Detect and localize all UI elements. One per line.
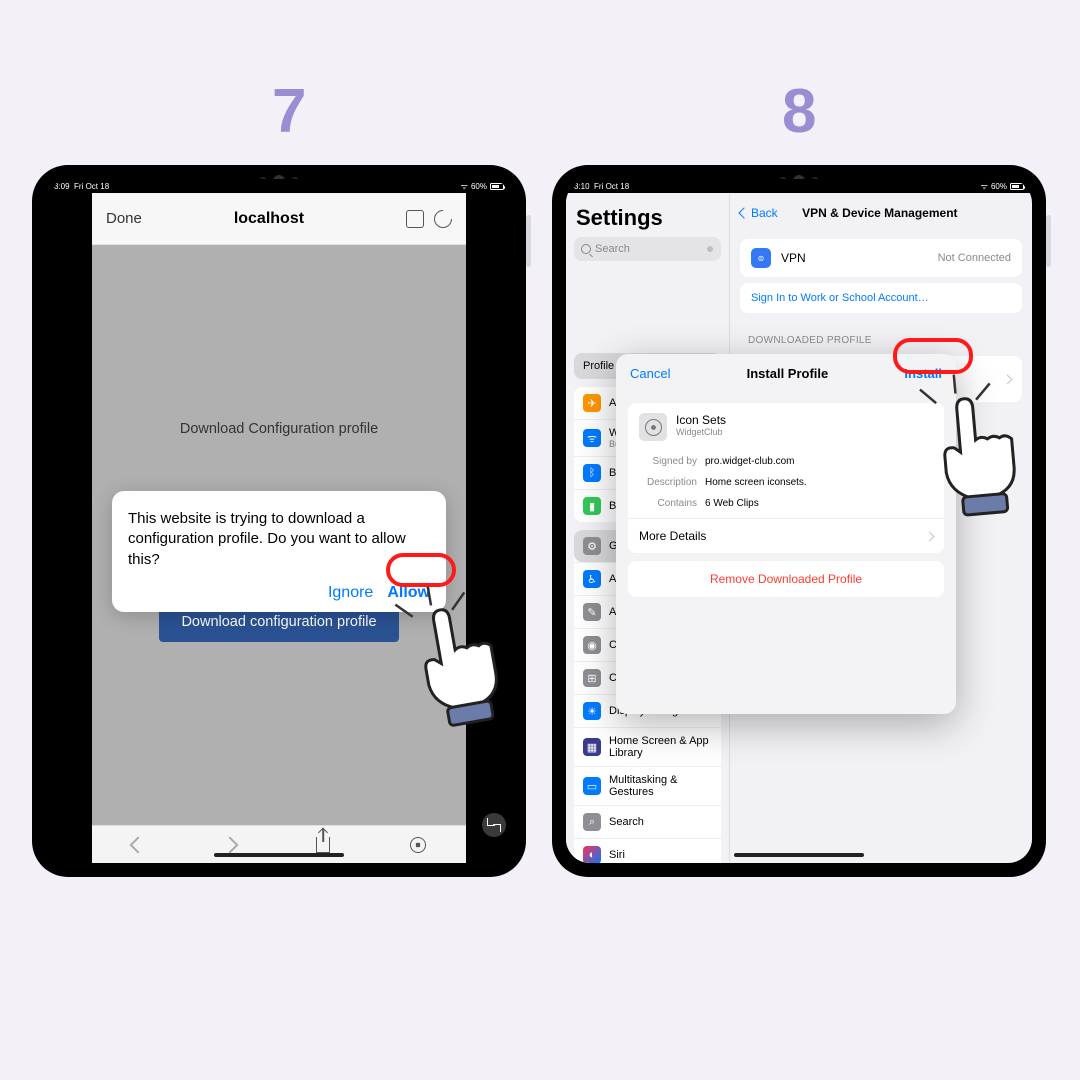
sheet-title: Install Profile [670,366,904,381]
allow-button[interactable]: Allow [387,584,430,602]
safari-icon[interactable] [410,837,426,853]
back-button[interactable]: Back [740,206,778,220]
home-indicator[interactable] [214,853,344,857]
more-details-row[interactable]: More Details [628,518,944,553]
remove-profile-button[interactable]: Remove Downloaded Profile [628,561,944,597]
status-bar: 3:09 Fri Oct 18 ᯤ60% [46,179,512,193]
sidebar-item-homescreen[interactable]: ▦Home Screen & App Library [574,727,721,766]
downloaded-profile-label: DOWNLOADED PROFILE [730,319,1032,350]
reader-icon[interactable] [406,210,424,228]
sidebar-item-multitasking[interactable]: ▭Multitasking & Gestures [574,766,721,805]
step-number-7: 7 [272,76,306,147]
profile-name: Icon Sets [676,413,726,427]
safari-window: Done localhost Download Configuration pr… [92,193,466,863]
ipad-step-8: 3:10 Fri Oct 18 ᯤ60% Settings Search Pro… [552,165,1046,877]
chevron-right-icon [925,531,935,541]
url-title: localhost [142,210,396,228]
home-indicator[interactable] [734,853,864,857]
profile-icon [639,413,667,441]
search-input[interactable]: Search [574,237,721,261]
done-button[interactable]: Done [106,210,142,227]
reload-icon[interactable] [430,206,455,231]
signin-row[interactable]: Sign In to Work or School Account… [740,283,1022,313]
pip-button[interactable] [482,813,506,837]
vpn-row[interactable]: ⊜VPNNot Connected [740,239,1022,277]
detail-title: VPN & Device Management [778,206,982,220]
page-heading: Download Configuration profile [180,421,378,437]
cancel-button[interactable]: Cancel [630,366,670,381]
sidebar-item-search[interactable]: ⌕Search [574,805,721,838]
status-bar: 3:10 Fri Oct 18 ᯤ60% [566,179,1032,193]
install-profile-sheet: Cancel Install Profile Install Icon Sets… [616,354,956,714]
download-alert: This website is trying to download a con… [112,491,446,612]
mic-icon [706,243,714,255]
ignore-button[interactable]: Ignore [328,584,373,602]
ipad-step-7: 3:09 Fri Oct 18 ᯤ60% Done localhost Down… [32,165,526,877]
forward-icon[interactable] [222,836,239,853]
settings-title: Settings [566,193,729,237]
install-button[interactable]: Install [904,366,942,381]
share-icon[interactable] [316,837,330,853]
search-icon [581,244,591,254]
sidebar-item-siri[interactable]: ◐Siri [574,838,721,863]
back-icon[interactable] [130,836,147,853]
alert-message: This website is trying to download a con… [128,509,430,570]
chevron-right-icon [1003,374,1013,384]
vpn-icon: ⊜ [751,248,771,268]
step-number-8: 8 [782,76,816,147]
profile-publisher: WidgetClub [676,427,726,437]
